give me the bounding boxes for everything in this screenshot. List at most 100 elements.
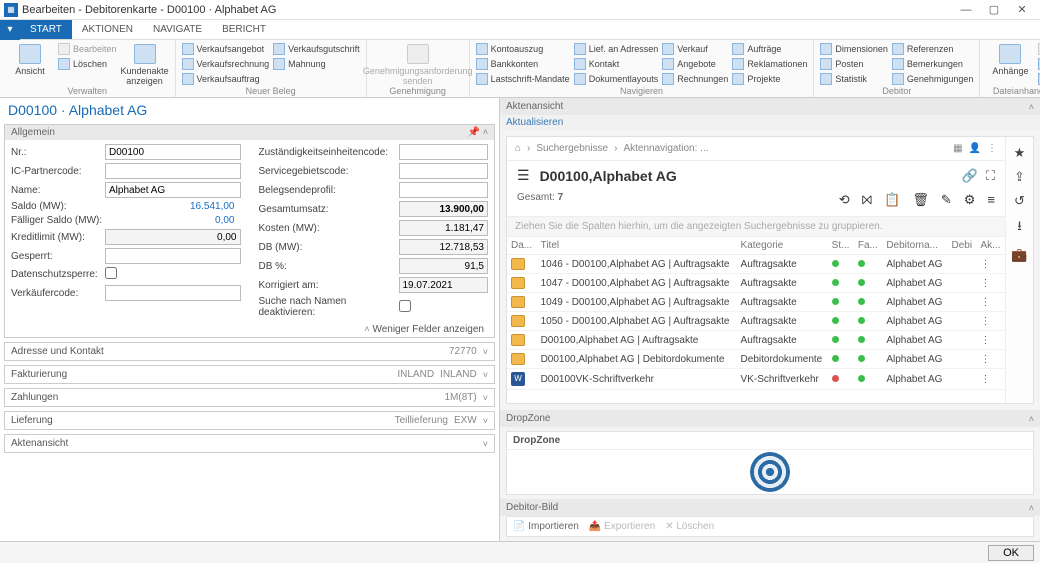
tab-bericht[interactable]: BERICHT [212, 20, 276, 39]
ok-button[interactable]: OK [988, 545, 1034, 561]
verkaufsgutschrift-button[interactable]: Verkaufsgutschrift [273, 42, 360, 56]
bild-loeschen-button[interactable]: ✕ Löschen [665, 521, 714, 532]
minimize-button[interactable]: — [952, 4, 980, 16]
exportieren-button[interactable]: 📤 Exportieren [589, 521, 655, 532]
collapse-icon[interactable]: ˄ [1029, 102, 1034, 112]
genehmigung-senden-button[interactable]: Genehmigungsanforderung senden [373, 42, 463, 86]
auftraege-button[interactable]: Aufträge [732, 42, 807, 56]
menu-icon[interactable]: ☰ [517, 167, 530, 184]
allgemein-header[interactable]: Allgemein 📌 ˄ [5, 125, 494, 140]
rechnungen-button[interactable]: Rechnungen [662, 72, 728, 86]
dropzone-header[interactable]: DropZone˄ [500, 410, 1040, 427]
service-input[interactable] [399, 163, 489, 179]
download-icon[interactable]: ⭳ [1017, 217, 1022, 239]
genehmigungen-button[interactable]: Genehmigungen [892, 72, 974, 86]
table-row[interactable]: D00100,Alphabet AG | AuftragsakteAuftrag… [507, 331, 1005, 350]
bemerkungen-button[interactable]: Bemerkungen [892, 57, 974, 71]
more-icon[interactable]: ⋮ [987, 143, 997, 154]
star-icon[interactable]: ★ [1014, 145, 1026, 161]
close-button[interactable]: ✕ [1008, 3, 1036, 16]
history-icon[interactable]: ↺ [1014, 193, 1025, 209]
dokumentlayouts-button[interactable]: Dokumentlayouts [574, 72, 659, 86]
group-bar[interactable]: Ziehen Sie die Spalten hierhin, um die a… [507, 216, 1005, 237]
table-row[interactable]: WD00100VK-SchriftverkehrVK-Schriftverkeh… [507, 369, 1005, 390]
belegsende-input[interactable] [399, 182, 489, 198]
clipboard-icon[interactable]: 📋 [884, 192, 900, 208]
debitor-bild-header[interactable]: Debitor-Bild˄ [500, 499, 1040, 516]
maximize-button[interactable]: ▢ [980, 3, 1008, 16]
fasttab-lieferung[interactable]: LieferungTeillieferungEXW˅ [4, 411, 495, 430]
projekte-button[interactable]: Projekte [732, 72, 807, 86]
delete-icon[interactable]: 🗑 [912, 192, 929, 208]
posten-button[interactable]: Posten [820, 57, 888, 71]
importieren-button[interactable]: 📄 Importieren [513, 521, 579, 532]
nr-input[interactable] [105, 144, 241, 160]
datenschutz-checkbox[interactable] [105, 267, 117, 279]
angebote-button[interactable]: Angebote [662, 57, 728, 71]
bankkonten-button[interactable]: Bankkonten [476, 57, 570, 71]
share-icon[interactable]: ⇪ [1014, 169, 1025, 185]
settings-icon[interactable]: ⚙ [964, 192, 976, 208]
chevron-up-icon[interactable]: ˄ [483, 127, 488, 137]
bc-suchergebnisse[interactable]: Suchergebnisse [536, 143, 608, 154]
tab-navigate[interactable]: NAVIGATE [143, 20, 212, 39]
verkaeufer-input[interactable] [105, 285, 241, 301]
table-row[interactable]: 1050 - D00100,Alphabet AG | Auftragsakte… [507, 312, 1005, 331]
verkaufsauftrag-button[interactable]: Verkaufsauftrag [182, 72, 270, 86]
results-grid[interactable]: Da... Titel Kategorie St... Fa... Debito… [507, 237, 1005, 390]
fasttab-adresse[interactable]: Adresse und Kontakt72770˅ [4, 342, 495, 361]
user-icon[interactable]: 👤 [969, 143, 981, 154]
dimensionen-button[interactable]: Dimensionen [820, 42, 888, 56]
mahnung-button[interactable]: Mahnung [273, 57, 360, 71]
saldo-link[interactable]: 16.541,00 [105, 201, 241, 212]
gesperrt-input[interactable] [105, 248, 241, 264]
reklamationen-button[interactable]: Reklamationen [732, 57, 807, 71]
suche-deaktivieren-checkbox[interactable] [399, 300, 411, 312]
unlink-icon[interactable]: ⨝ [862, 192, 873, 208]
statistik-button[interactable]: Statistik [820, 72, 888, 86]
liefadressen-button[interactable]: Lief. an Adressen [574, 42, 659, 56]
kreditlimit-input[interactable] [105, 229, 241, 245]
verkauf-button[interactable]: Verkauf [662, 42, 728, 56]
kontakt-button[interactable]: Kontakt [574, 57, 659, 71]
table-row[interactable]: 1049 - D00100,Alphabet AG | Auftragsakte… [507, 293, 1005, 312]
name-input[interactable] [105, 182, 241, 198]
home-icon[interactable]: ⌂ [515, 143, 521, 154]
row-menu-icon[interactable]: ⋮ [976, 331, 1005, 350]
grid-view-icon[interactable]: ▦ [953, 143, 962, 154]
bc-aktennavigation[interactable]: Aktennavigation: ... [623, 143, 708, 154]
refresh-icon[interactable]: ⟲ [839, 192, 850, 208]
referenzen-button[interactable]: Referenzen [892, 42, 974, 56]
tab-start[interactable]: START [20, 20, 72, 39]
fasttab-zahlungen[interactable]: Zahlungen1M(8T)˅ [4, 388, 495, 407]
row-menu-icon[interactable]: ⋮ [976, 369, 1005, 390]
verkaufsrechnung-button[interactable]: Verkaufsrechnung [182, 57, 270, 71]
show-less-link[interactable]: ˄ Weniger Felder anzeigen [5, 322, 494, 337]
aktualisieren-link[interactable]: Aktualisieren [500, 115, 1040, 130]
kontoauszug-button[interactable]: Kontoauszug [476, 42, 570, 56]
row-menu-icon[interactable]: ⋮ [976, 274, 1005, 293]
dropzone-area[interactable] [507, 450, 1033, 494]
fasttab-aktenansicht[interactable]: Aktenansicht˅ [4, 434, 495, 453]
row-menu-icon[interactable]: ⋮ [976, 293, 1005, 312]
zust-input[interactable] [399, 144, 489, 160]
lastschrift-button[interactable]: Lastschrift-Mandate [476, 72, 570, 86]
kundenakte-button[interactable]: Kundenakte anzeigen [121, 42, 169, 86]
table-row[interactable]: D00100,Alphabet AG | DebitordokumenteDeb… [507, 350, 1005, 369]
ic-input[interactable] [105, 163, 241, 179]
edit-icon[interactable]: ✎ [941, 192, 952, 208]
app-menu-button[interactable]: ▾ [0, 20, 20, 40]
loeschen-button[interactable]: Löschen [58, 57, 117, 71]
ansicht-button[interactable]: Ansicht [6, 42, 54, 86]
row-menu-icon[interactable]: ⋮ [976, 255, 1005, 274]
expand-icon[interactable]: ⛶ [986, 168, 995, 184]
row-menu-icon[interactable]: ⋮ [976, 312, 1005, 331]
fasttab-fakturierung[interactable]: FakturierungINLANDINLAND˅ [4, 365, 495, 384]
row-menu-icon[interactable]: ⋮ [976, 350, 1005, 369]
faelliger-link[interactable]: 0,00 [105, 215, 241, 226]
pin-icon[interactable]: 📌 [468, 127, 480, 138]
table-row[interactable]: 1047 - D00100,Alphabet AG | Auftragsakte… [507, 274, 1005, 293]
bearbeiten-button[interactable]: Bearbeiten [58, 42, 117, 56]
link-icon[interactable]: 🔗 [962, 168, 978, 184]
verkaufsangebot-button[interactable]: Verkaufsangebot [182, 42, 270, 56]
